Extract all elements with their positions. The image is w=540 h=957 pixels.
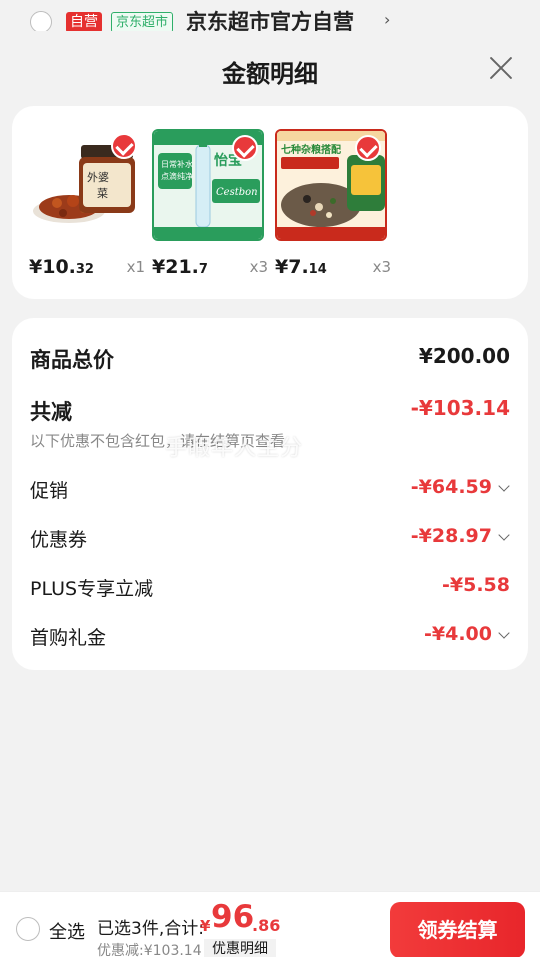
product-price: ¥10.32 <box>29 256 94 278</box>
selected-check-icon[interactable] <box>355 135 381 161</box>
product-quantity: x3 <box>372 258 391 276</box>
promotion-value: -¥64.59 <box>410 476 492 498</box>
selected-products-card: 外婆 菜 ¥10.32 x1 日常补水 点滴纯净 怡宝 Cestbon ¥21.… <box>12 106 528 299</box>
chevron-down-icon <box>498 480 510 492</box>
first-purchase-gift-row[interactable]: 首购礼金 -¥4.00 <box>30 623 510 651</box>
product-item[interactable]: 七种杂粮搭配 ¥7.14 x3 <box>275 129 391 278</box>
selected-check-icon[interactable] <box>232 135 258 161</box>
jd-market-tag: 京东超市 <box>111 12 174 33</box>
total-amount-int: 96 <box>211 899 255 935</box>
checkout-button[interactable]: 领券结算 <box>390 902 525 957</box>
total-reduction-label: 共减 <box>30 400 72 424</box>
plus-discount-value: -¥5.58 <box>442 574 510 596</box>
product-price: ¥7.14 <box>275 256 327 278</box>
total-currency: ¥ <box>200 917 211 935</box>
plus-discount-row: PLUS专享立减 -¥5.58 <box>30 574 510 602</box>
svg-text:菜: 菜 <box>97 187 108 200</box>
svg-text:日常补水: 日常补水 <box>161 159 193 169</box>
product-image-pickle: 外婆 菜 <box>29 129 141 241</box>
coupon-label: 优惠券 <box>30 529 88 551</box>
store-chevron-icon: › <box>384 10 391 29</box>
svg-text:七种杂粮搭配: 七种杂粮搭配 <box>281 143 341 156</box>
product-price: ¥21.7 <box>152 256 208 278</box>
plus-discount-label: PLUS专享立减 <box>30 578 154 600</box>
discount-amount-text: 优惠减:¥103.14 <box>97 943 202 957</box>
first-purchase-gift-value: -¥4.00 <box>424 623 492 645</box>
total-amount-dec: .86 <box>252 916 281 935</box>
self-operated-tag: 自营 <box>66 12 102 33</box>
selected-check-icon[interactable] <box>111 133 137 159</box>
pickle-label: 外婆 <box>87 171 109 184</box>
watermark: 手暇年人主分 <box>165 436 304 461</box>
product-quantity: x3 <box>249 258 268 276</box>
sheet-title: 金额明细 <box>222 60 318 88</box>
selected-count-text: 已选3件,合计: <box>97 919 204 939</box>
total-reduction-value: -¥103.14 <box>410 396 510 420</box>
total-price-row: 商品总价 ¥200.00 <box>30 344 510 374</box>
checkout-bar: 全选 已选3件,合计: ¥ 96 .86 优惠减:¥103.14 优惠明细 领券… <box>0 891 540 957</box>
discount-detail-link[interactable]: 优惠明细 <box>204 939 276 957</box>
total-price-label: 商品总价 <box>30 348 114 372</box>
price-summary-card: 商品总价 ¥200.00 共减 -¥103.14 以下优惠不包含红包，请在结算页… <box>12 318 528 670</box>
svg-text:点滴纯净: 点滴纯净 <box>161 171 193 181</box>
promotion-row[interactable]: 促销 -¥64.59 <box>30 476 510 504</box>
coupon-row[interactable]: 优惠券 -¥28.97 <box>30 525 510 553</box>
select-all-radio[interactable] <box>16 917 40 941</box>
product-item[interactable]: 日常补水 点滴纯净 怡宝 Cestbon ¥21.7 x3 <box>152 129 268 278</box>
coupon-value: -¥28.97 <box>410 525 492 547</box>
total-reduction-row: 共减 -¥103.14 <box>30 396 510 426</box>
first-purchase-gift-label: 首购礼金 <box>30 627 107 649</box>
select-all-label[interactable]: 全选 <box>49 918 85 944</box>
store-select-radio[interactable] <box>30 11 52 33</box>
product-image-grains: 七种杂粮搭配 <box>275 129 387 241</box>
chevron-down-icon <box>498 627 510 639</box>
total-price-value: ¥200.00 <box>418 344 510 368</box>
svg-text:Cestbon: Cestbon <box>216 187 258 198</box>
promotion-label: 促销 <box>30 480 69 502</box>
chevron-down-icon <box>498 529 510 541</box>
product-image-water: 日常补水 点滴纯净 怡宝 Cestbon <box>152 129 264 241</box>
product-item[interactable]: 外婆 菜 ¥10.32 x1 <box>29 129 145 278</box>
close-icon[interactable] <box>486 53 516 83</box>
product-quantity: x1 <box>126 258 145 276</box>
